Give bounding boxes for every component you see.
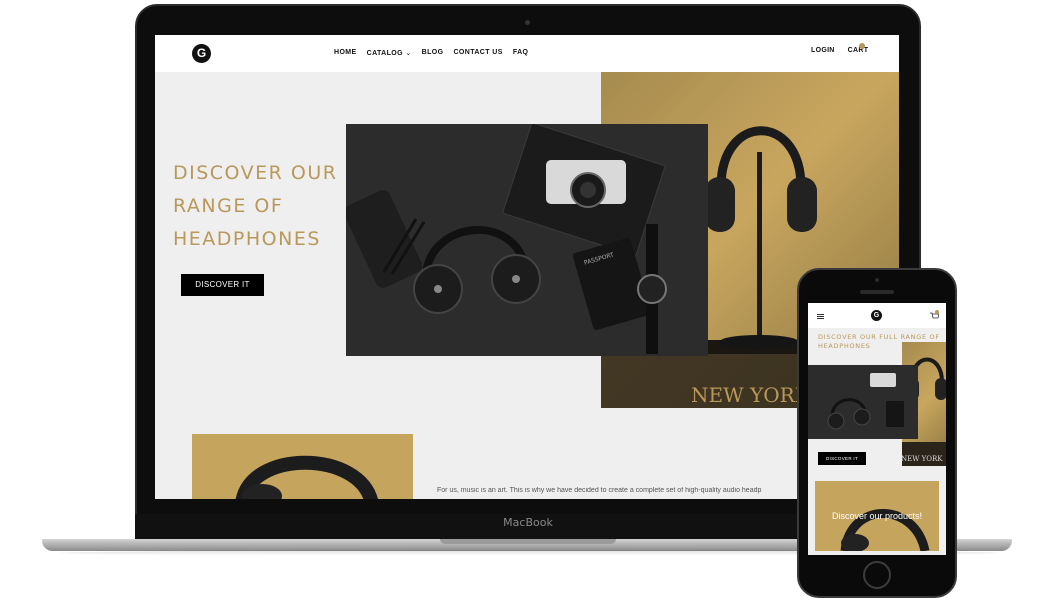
nav-item-faq[interactable]: FAQ bbox=[513, 49, 529, 57]
chevron-down-icon: ⌄ bbox=[405, 50, 412, 57]
phone-discover-it-button[interactable]: DISCOVER IT bbox=[818, 452, 866, 465]
nav-item-home[interactable]: HOME bbox=[334, 49, 357, 57]
hamburger-menu-icon[interactable] bbox=[817, 314, 824, 319]
phone-hero-photo bbox=[808, 365, 918, 439]
phone-flat-lay-illustration bbox=[808, 365, 918, 439]
laptop-notch bbox=[440, 539, 616, 544]
phone-speaker bbox=[860, 290, 894, 294]
phone-header: G bbox=[808, 303, 946, 328]
phone-site-logo[interactable]: G bbox=[871, 310, 882, 321]
laptop-camera bbox=[525, 20, 530, 25]
cart-badge bbox=[859, 43, 865, 49]
cart-link[interactable]: CART bbox=[848, 47, 869, 54]
new-york-text: NEW YORK bbox=[691, 383, 811, 407]
login-link[interactable]: LOGIN bbox=[811, 47, 835, 54]
phone-home-button[interactable] bbox=[863, 561, 891, 589]
phone-camera bbox=[875, 278, 879, 282]
discover-it-button[interactable]: DISCOVER IT bbox=[181, 274, 264, 296]
phone-screen: G DISCOVER OUR FULL RANGE OF HEADPHONES … bbox=[808, 303, 946, 555]
headphone-closeup-illustration bbox=[235, 455, 378, 499]
main-menu: HOME CATALOG ⌄ BLOG CONTACT US FAQ bbox=[334, 49, 528, 57]
nav-item-catalog-label: CATALOG bbox=[366, 50, 403, 57]
nav-item-catalog[interactable]: CATALOG ⌄ bbox=[367, 49, 412, 57]
phone-new-york-text: NEW YORK bbox=[901, 455, 943, 463]
flat-lay-illustration: PASSPORT bbox=[346, 124, 708, 356]
discover-products-label: Discover our products! bbox=[831, 511, 923, 521]
hero-product-photo: PASSPORT bbox=[346, 124, 708, 356]
nav-item-blog[interactable]: BLOG bbox=[422, 49, 444, 57]
nav-item-contact[interactable]: CONTACT US bbox=[453, 49, 502, 57]
phone-products-banner[interactable]: Discover our products! bbox=[815, 481, 939, 551]
site-logo[interactable]: G bbox=[192, 44, 211, 63]
phone-hero-title: DISCOVER OUR FULL RANGE OF HEADPHONES bbox=[818, 333, 940, 350]
phone-cart-badge bbox=[935, 310, 939, 314]
about-image bbox=[192, 434, 413, 499]
laptop-screen: G HOME CATALOG ⌄ BLOG CONTACT US FAQ LOG… bbox=[155, 35, 899, 499]
site-header: G HOME CATALOG ⌄ BLOG CONTACT US FAQ LOG… bbox=[155, 35, 899, 72]
